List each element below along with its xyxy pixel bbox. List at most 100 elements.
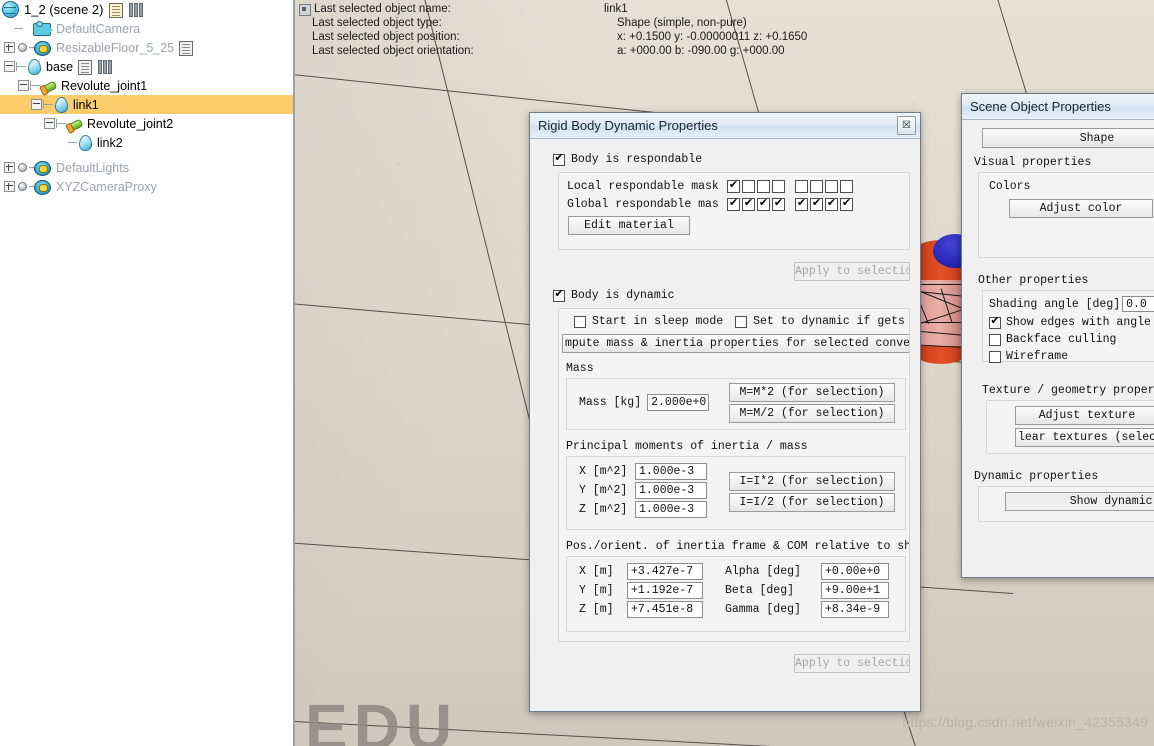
- adjust-color-button[interactable]: Adjust color: [1009, 199, 1153, 218]
- beta-label: Beta [deg]: [725, 584, 795, 597]
- backface-culling-label: Backface culling: [1006, 333, 1117, 346]
- egg-icon: [55, 96, 68, 113]
- wireframe-checkbox[interactable]: [989, 350, 1001, 363]
- global-mask-checkbox-3[interactable]: ✔: [757, 198, 770, 211]
- global-mask-checkbox-7[interactable]: ✔: [825, 198, 838, 211]
- tree-expander-icon[interactable]: [4, 162, 15, 173]
- adjust-texture-button[interactable]: Adjust texture: [1015, 406, 1154, 425]
- visibility-dot-icon[interactable]: [18, 163, 27, 172]
- local-mask-checkbox-7[interactable]: [825, 180, 838, 193]
- sop-body: Shape Visual properties Colors Adjust co…: [962, 120, 1154, 528]
- scene-object-properties-dialog[interactable]: Scene Object Properties Shape Visual pro…: [961, 93, 1154, 578]
- mass-multiply-button[interactable]: M=M*2 (for selection): [729, 383, 895, 402]
- tree-item-link2[interactable]: link2: [0, 133, 293, 152]
- tree-expander-icon[interactable]: [4, 42, 15, 53]
- global-mask-checkbox-5[interactable]: ✔: [795, 198, 808, 211]
- sop-title-bar[interactable]: Scene Object Properties: [962, 94, 1154, 120]
- tree-item-revolute-joint1[interactable]: Revolute_joint1: [0, 76, 293, 95]
- local-mask-checkbox-2[interactable]: [742, 180, 755, 193]
- local-mask-checkbox-4[interactable]: [772, 180, 785, 193]
- scene-info-label: Last selected object name:: [314, 3, 451, 15]
- body-respondable-label: Body is respondable: [571, 153, 703, 166]
- bars-icon[interactable]: [98, 59, 113, 74]
- apply-to-selection-button-responsable[interactable]: Apply to selection: [794, 262, 910, 281]
- tree-expander-icon[interactable]: [44, 118, 55, 129]
- page-icon[interactable]: [78, 59, 93, 75]
- body-dynamic-checkbox[interactable]: ✔: [553, 289, 565, 302]
- mass-label: Mass [kg]: [579, 396, 642, 409]
- rigid-title-bar[interactable]: Rigid Body Dynamic Properties ☒: [530, 113, 920, 139]
- tree-expander-icon[interactable]: [4, 61, 15, 72]
- local-respondable-mask[interactable]: ✔: [727, 180, 855, 193]
- global-respondable-mask-label: Global respondable mas: [567, 198, 719, 211]
- set-inertia-matrix-button[interactable]: Set inertia matrix and COM relative to a…: [566, 641, 906, 642]
- inertia-multiply-button[interactable]: I=I*2 (for selection): [729, 472, 895, 491]
- disc-icon: [34, 160, 51, 176]
- global-mask-checkbox-1[interactable]: ✔: [727, 198, 740, 211]
- mass-divide-button[interactable]: M=M/2 (for selection): [729, 404, 895, 423]
- rigid-body-dynamic-properties-dialog[interactable]: Rigid Body Dynamic Properties ☒ ✔ Body i…: [529, 112, 921, 712]
- global-mask-checkbox-4[interactable]: ✔: [772, 198, 785, 211]
- inertia-z-input[interactable]: 1.000e-3: [635, 501, 707, 518]
- inertia-y-input[interactable]: 1.000e-3: [635, 482, 707, 499]
- show-edges-checkbox[interactable]: ✔: [989, 316, 1001, 329]
- visibility-dot-icon[interactable]: [18, 182, 27, 191]
- tree-item-root[interactable]: 1_2 (scene 2): [0, 0, 293, 19]
- tree-item-xyzcameraproxy[interactable]: XYZCameraProxy: [0, 177, 293, 196]
- tree-item-base[interactable]: base: [0, 57, 293, 76]
- tree-item-revolute-joint2[interactable]: Revolute_joint2: [0, 114, 293, 133]
- tree-expander-icon[interactable]: [4, 181, 15, 192]
- close-icon[interactable]: ☒: [897, 116, 916, 135]
- visibility-dot-icon[interactable]: [18, 43, 27, 52]
- tree-connector: [68, 142, 77, 143]
- local-mask-checkbox-3[interactable]: [757, 180, 770, 193]
- tree-item-defaultcamera[interactable]: DefaultCamera: [0, 19, 293, 38]
- body-respondable-checkbox[interactable]: ✔: [553, 153, 565, 166]
- info-toggle-icon[interactable]: [299, 4, 311, 16]
- local-mask-checkbox-5[interactable]: [795, 180, 808, 193]
- global-mask-checkbox-2[interactable]: ✔: [742, 198, 755, 211]
- mass-input[interactable]: 2.000e+0: [647, 394, 710, 411]
- tree-expander-icon[interactable]: [18, 80, 29, 91]
- script-icon[interactable]: [108, 2, 123, 18]
- beta-input[interactable]: +9.00e+1: [821, 582, 889, 599]
- set-dynamic-parent-checkbox[interactable]: [735, 315, 748, 328]
- clear-textures-button[interactable]: lear textures (selection: [1015, 428, 1154, 447]
- com-x-label: X [m]: [579, 565, 614, 578]
- tree-item-defaultlights[interactable]: DefaultLights: [0, 158, 293, 177]
- tree-item-label: XYZCameraProxy: [56, 179, 157, 194]
- edit-material-button[interactable]: Edit material: [568, 216, 690, 235]
- inertia-x-input[interactable]: 1.000e-3: [635, 463, 707, 480]
- egg-icon: [28, 58, 41, 75]
- com-x-input[interactable]: +3.427e-7: [627, 563, 703, 580]
- shading-angle-input[interactable]: 0.0: [1122, 296, 1154, 312]
- tree-item-resizablefloor[interactable]: ResizableFloor_5_25: [0, 38, 293, 57]
- local-mask-checkbox-1[interactable]: ✔: [727, 180, 740, 193]
- inertia-divide-button[interactable]: I=I/2 (for selection): [729, 493, 895, 512]
- global-respondable-mask[interactable]: ✔ ✔ ✔ ✔ ✔ ✔ ✔ ✔: [727, 198, 855, 211]
- tree-item-link1[interactable]: link1: [0, 95, 293, 114]
- scene-hierarchy-panel[interactable]: 1_2 (scene 2) DefaultCamera ResizableFlo…: [0, 0, 295, 746]
- global-mask-checkbox-6[interactable]: ✔: [810, 198, 823, 211]
- page-icon[interactable]: [179, 40, 194, 56]
- backface-culling-checkbox[interactable]: [989, 333, 1001, 346]
- tree-item-label: Revolute_joint1: [61, 78, 148, 93]
- com-y-input[interactable]: +1.192e-7: [627, 582, 703, 599]
- show-dynamic-properties-button[interactable]: Show dynamic p: [1005, 492, 1154, 511]
- bars-icon[interactable]: [128, 2, 143, 17]
- local-mask-checkbox-6[interactable]: [810, 180, 823, 193]
- alpha-input[interactable]: +0.00e+0: [821, 563, 889, 580]
- com-y-label: Y [m]: [579, 584, 614, 597]
- compute-mass-inertia-button[interactable]: mpute mass & inertia properties for sele…: [562, 334, 909, 353]
- apply-to-selection-button-dynamic[interactable]: Apply to selection: [794, 654, 910, 673]
- shape-tab-button[interactable]: Shape: [982, 128, 1154, 148]
- scene-info-row: Last selected object position: x: +0.150…: [299, 30, 999, 44]
- local-mask-checkbox-8[interactable]: [840, 180, 853, 193]
- com-section-label: Pos./orient. of inertia frame & COM rela…: [566, 540, 910, 553]
- rigid-title-text: Rigid Body Dynamic Properties: [538, 118, 718, 133]
- gamma-input[interactable]: +8.34e-9: [821, 601, 889, 618]
- com-z-input[interactable]: +7.451e-8: [627, 601, 703, 618]
- global-mask-checkbox-8[interactable]: ✔: [840, 198, 853, 211]
- tree-expander-icon[interactable]: [31, 99, 42, 110]
- start-sleep-mode-checkbox[interactable]: [574, 315, 586, 328]
